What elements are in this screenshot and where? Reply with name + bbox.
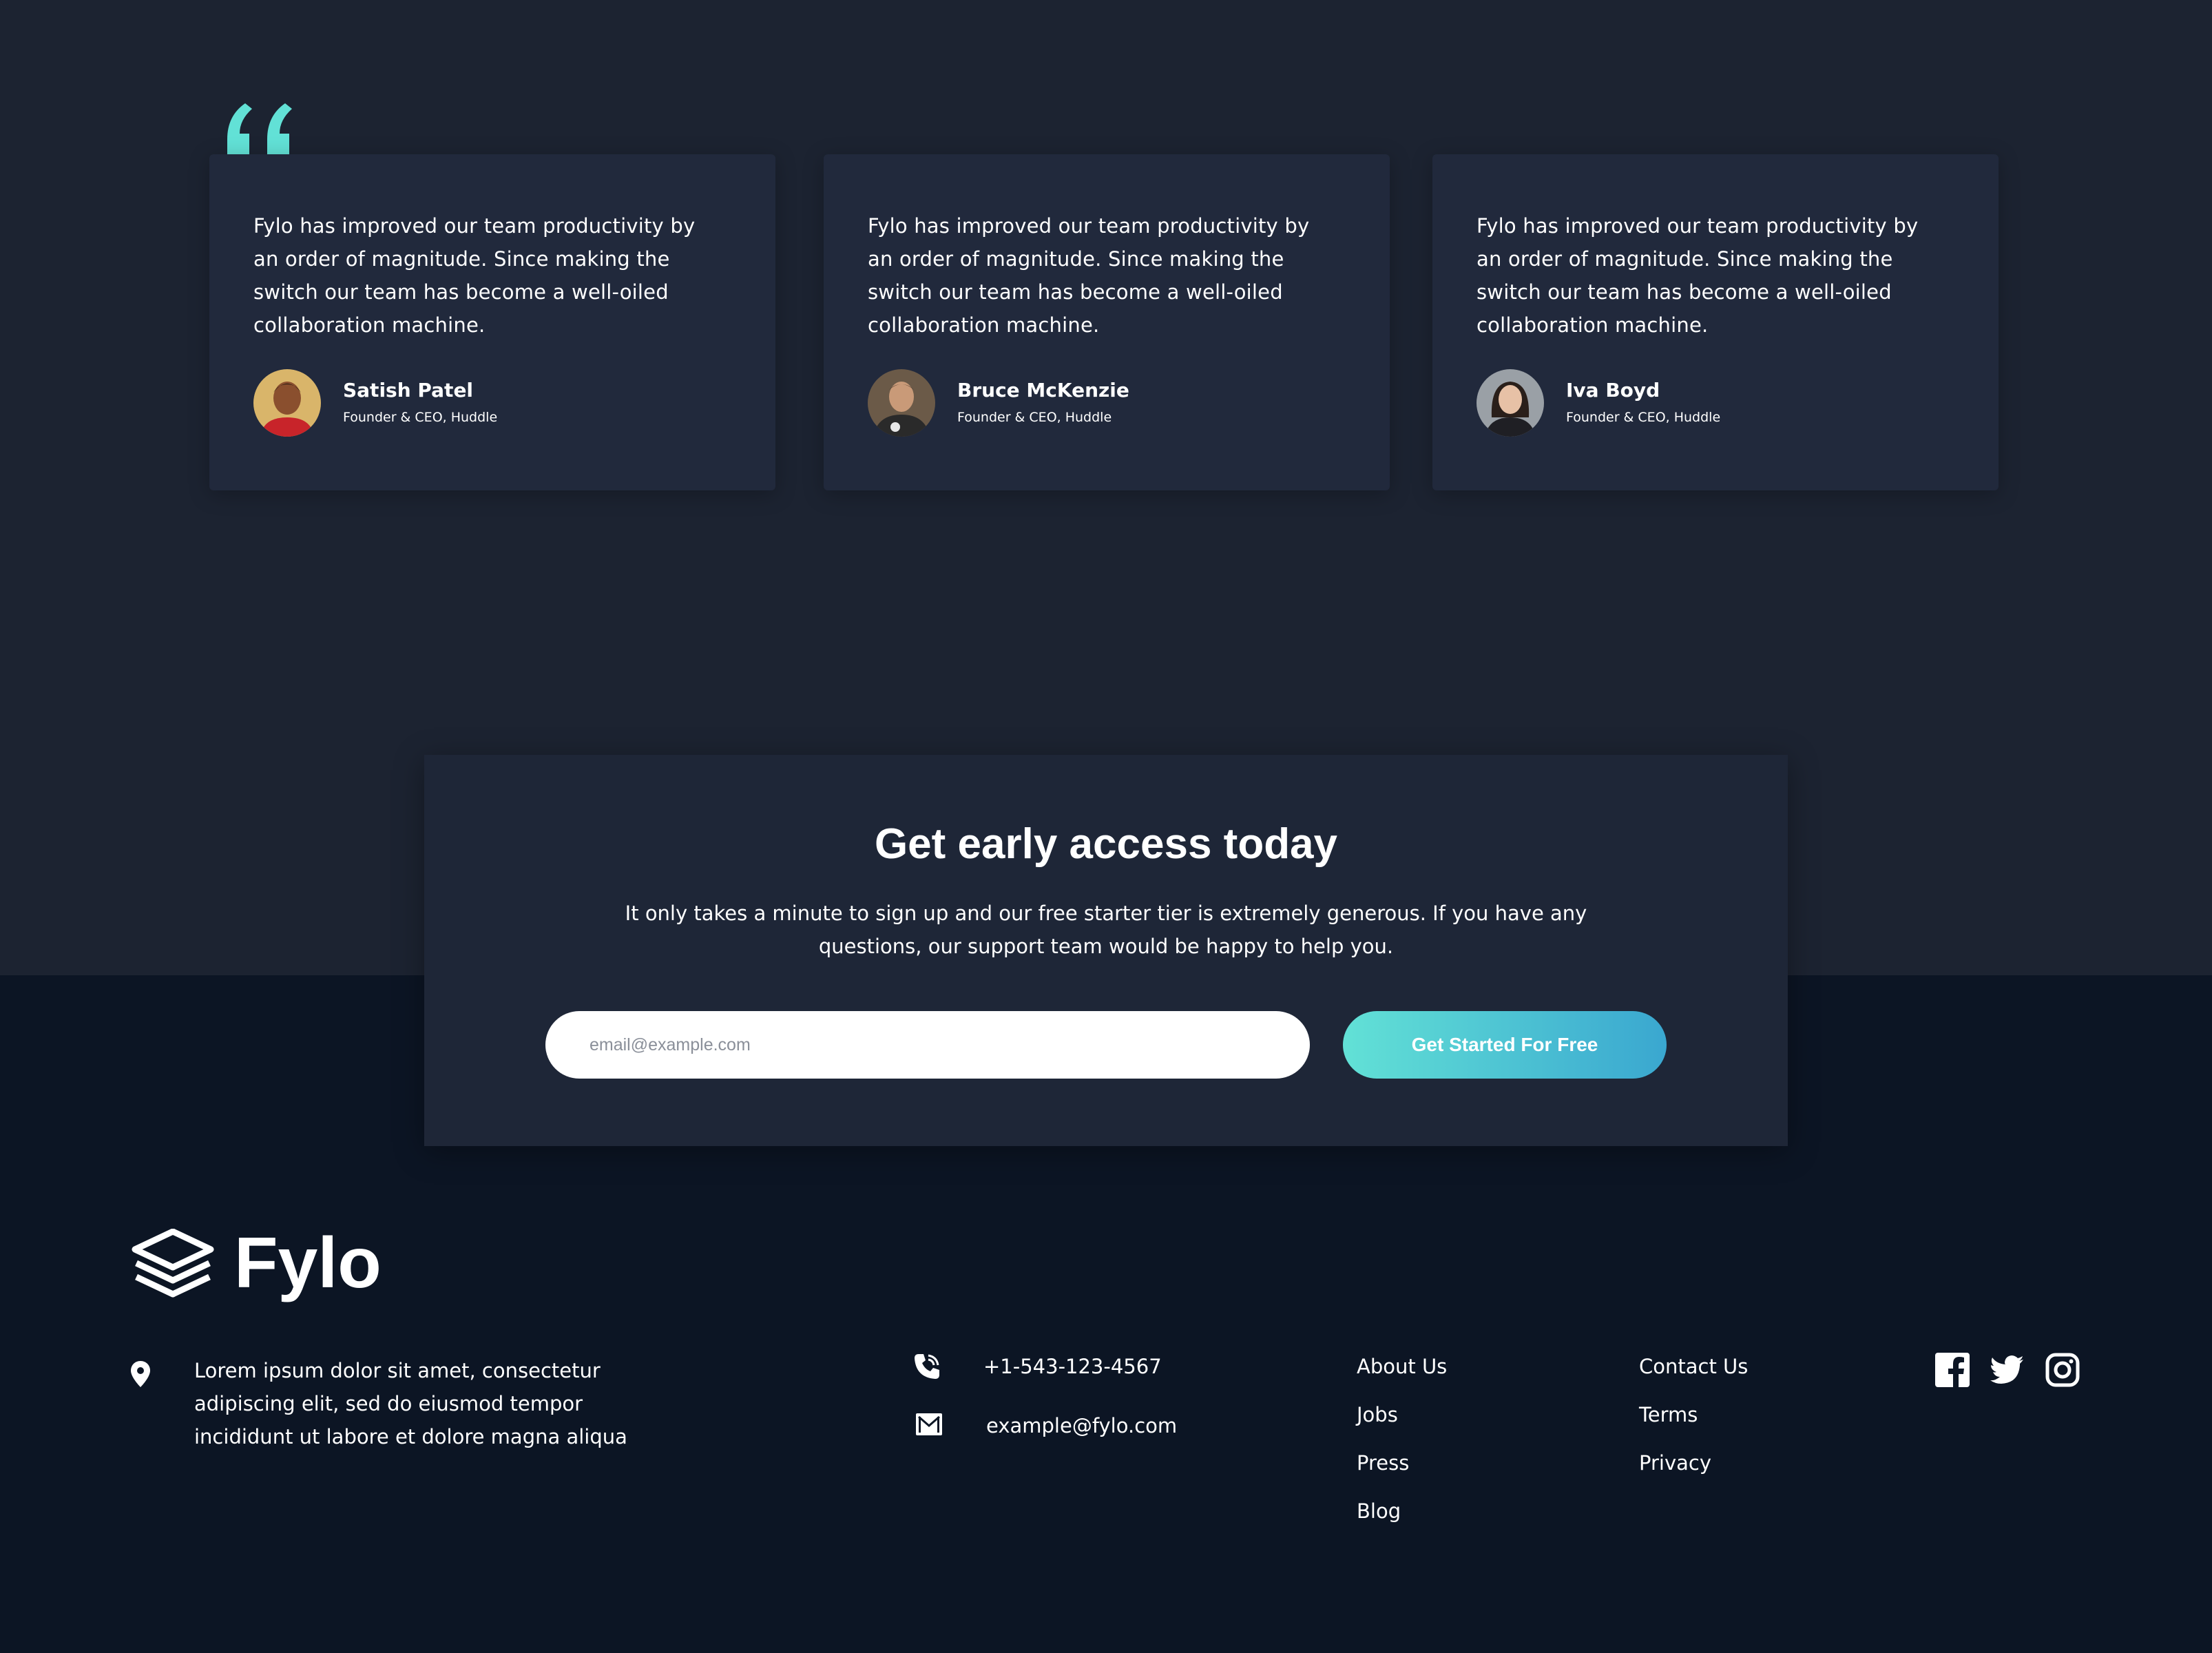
footer-link-blog[interactable]: Blog (1357, 1497, 1447, 1546)
email-icon (916, 1413, 942, 1435)
author-role: Founder & CEO, Huddle (957, 410, 1112, 425)
layers-logo-icon (132, 1229, 214, 1298)
testimonial-author: Satish Patel Founder & CEO, Huddle (253, 369, 497, 437)
testimonial-text: Fylo has improved our team productivity … (868, 214, 1310, 337)
author-name: Iva Boyd (1566, 379, 1660, 402)
testimonial-card: Fylo has improved our team productivity … (824, 154, 1390, 490)
author-role: Founder & CEO, Huddle (1566, 410, 1721, 425)
testimonial-text: Fylo has improved our team productivity … (1477, 214, 1919, 337)
testimonial-card: Fylo has improved our team productivity … (1432, 154, 1999, 490)
logo-text: Fylo (234, 1223, 382, 1303)
phone-icon (915, 1354, 939, 1379)
location-pin-icon (131, 1361, 150, 1387)
avatar (1477, 369, 1544, 437)
testimonial-author: Iva Boyd Founder & CEO, Huddle (1477, 369, 1720, 437)
quote-icon (227, 103, 292, 156)
footer-link-about[interactable]: About Us (1357, 1353, 1447, 1401)
footer-link-privacy[interactable]: Privacy (1639, 1449, 1748, 1497)
cta-description: It only takes a minute to sign up and ou… (625, 902, 1587, 958)
twitter-icon[interactable] (1990, 1353, 2025, 1387)
email-input[interactable] (545, 1011, 1310, 1079)
cta-title: Get early access today (874, 820, 1338, 868)
footer-email[interactable]: example@fylo.com (986, 1412, 1177, 1439)
footer-logo[interactable]: Fylo (131, 1223, 382, 1303)
get-started-button[interactable]: Get Started For Free (1343, 1011, 1667, 1079)
avatar (253, 369, 321, 437)
footer-link-terms[interactable]: Terms (1639, 1401, 1748, 1449)
testimonial-card: Fylo has improved our team productivity … (209, 154, 775, 490)
instagram-icon[interactable] (2045, 1353, 2080, 1387)
footer-phone[interactable]: +1-543-123-4567 (983, 1353, 1162, 1380)
social-links (1935, 1353, 2080, 1387)
footer-links-column-2: Contact Us Terms Privacy (1639, 1353, 1748, 1497)
testimonial-text: Fylo has improved our team productivity … (253, 214, 696, 337)
footer-link-jobs[interactable]: Jobs (1357, 1401, 1447, 1449)
footer-link-contact[interactable]: Contact Us (1639, 1353, 1748, 1401)
facebook-icon[interactable] (1935, 1353, 1970, 1387)
avatar (868, 369, 935, 437)
author-role: Founder & CEO, Huddle (343, 410, 498, 425)
early-access-panel: Get early access today It only takes a m… (424, 755, 1788, 1146)
author-name: Satish Patel (343, 379, 474, 402)
testimonial-author: Bruce McKenzie Founder & CEO, Huddle (868, 369, 1129, 437)
footer-address: Lorem ipsum dolor sit amet, consectetur … (194, 1359, 627, 1448)
author-name: Bruce McKenzie (957, 379, 1129, 402)
footer-link-press[interactable]: Press (1357, 1449, 1447, 1497)
footer-links-column-1: About Us Jobs Press Blog (1357, 1353, 1447, 1546)
